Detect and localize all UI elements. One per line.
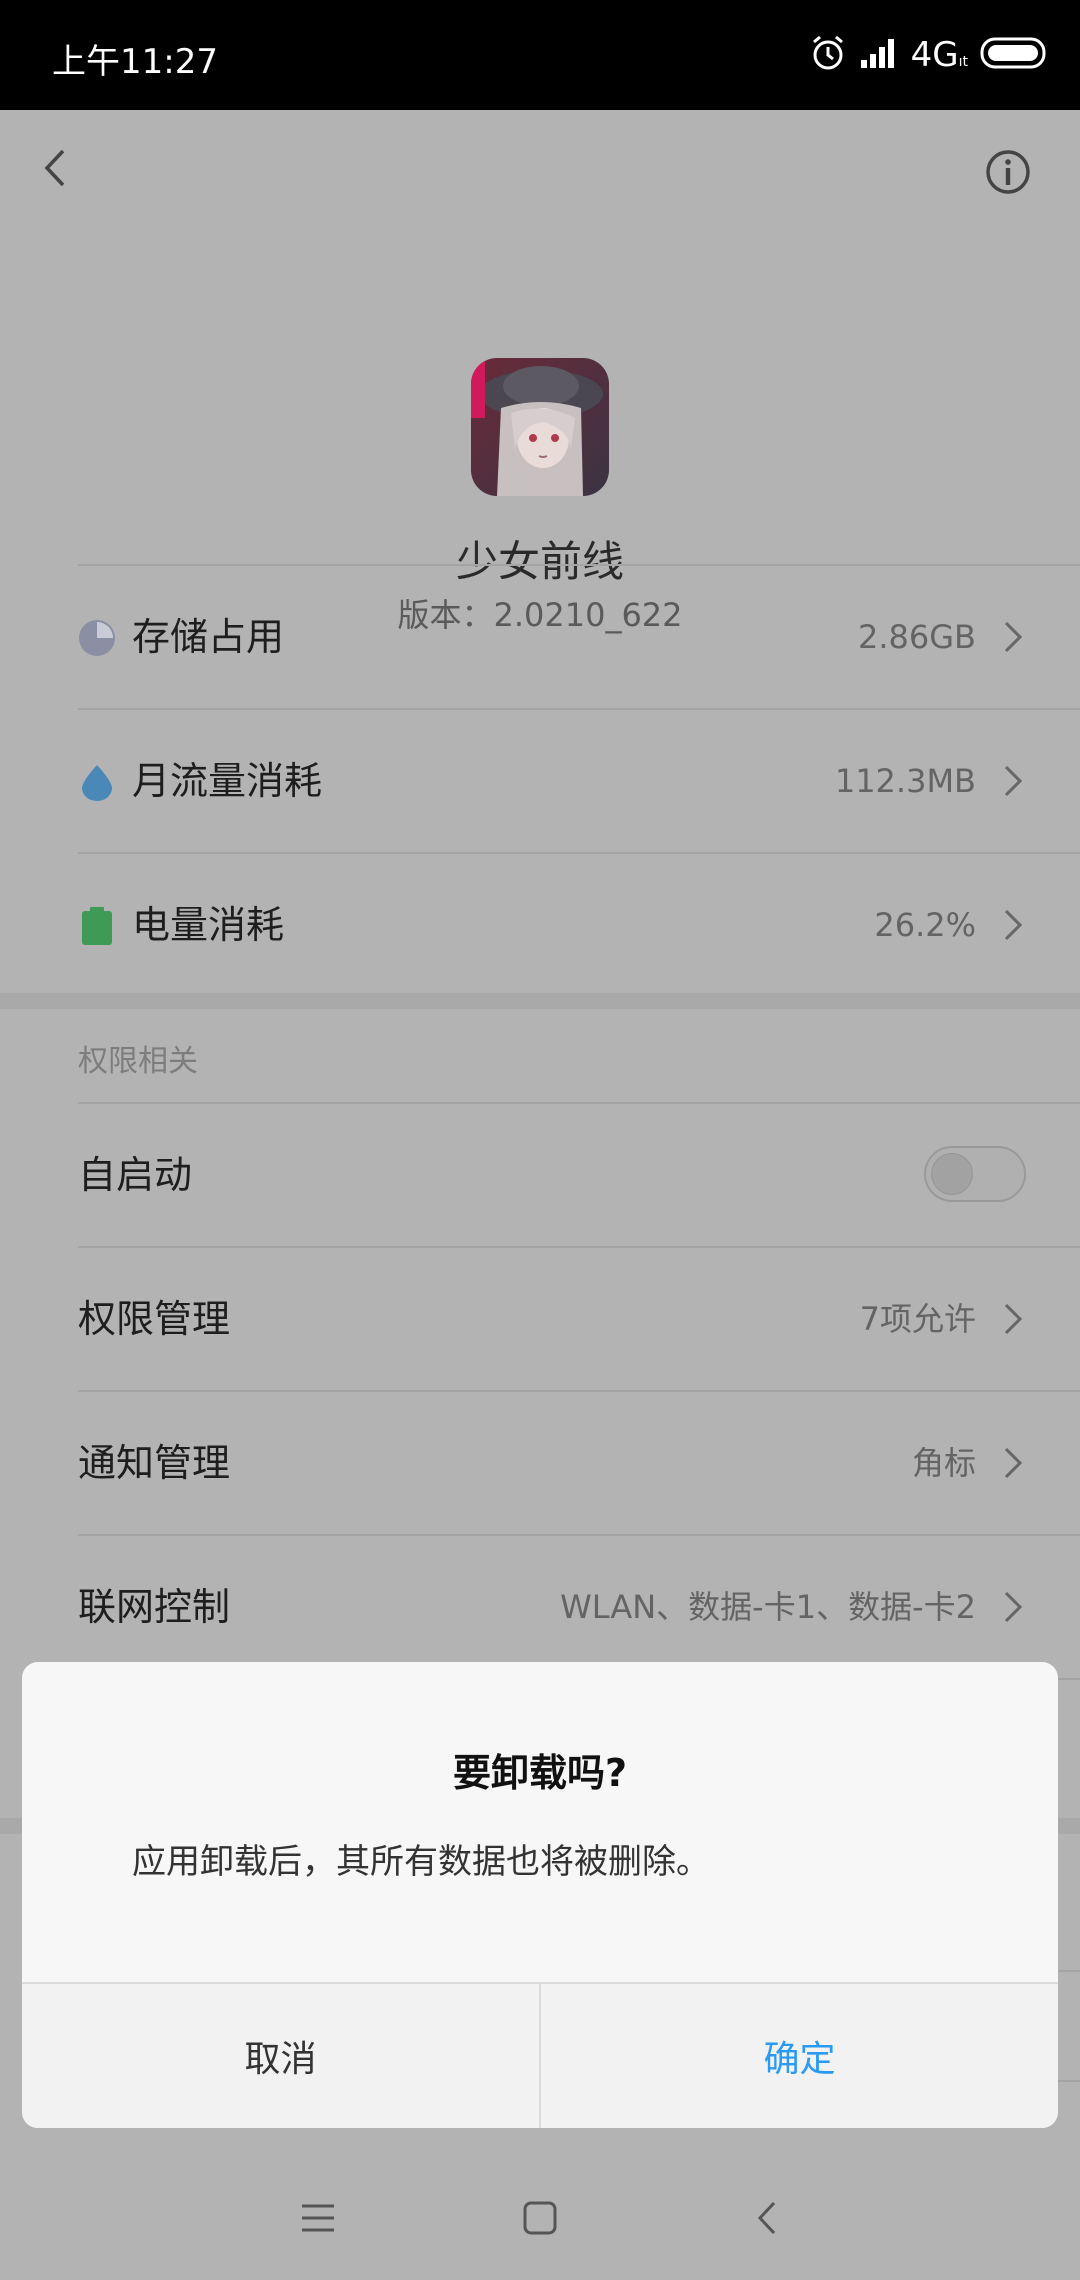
notification-management-label: 通知管理 xyxy=(78,1441,231,1485)
permission-management-row[interactable]: 权限管理 7项允许 xyxy=(0,1248,1080,1390)
info-icon[interactable] xyxy=(973,137,1043,207)
navigation-bar xyxy=(0,2160,1080,2270)
dialog-button-bar: 取消 确定 xyxy=(22,1982,1058,2128)
chevron-right-icon xyxy=(992,905,1032,945)
battery-usage-row[interactable]: 电量消耗 26.2% xyxy=(0,854,1080,996)
section-separator xyxy=(0,993,1080,1009)
autostart-label: 自启动 xyxy=(78,1153,193,1197)
pie-chart-icon xyxy=(78,619,116,657)
battery-usage-label: 电量消耗 xyxy=(132,903,285,947)
data-usage-label: 月流量消耗 xyxy=(132,759,323,803)
dialog-title: 要卸载吗? xyxy=(452,1751,628,1795)
storage-value: 2.86GB xyxy=(858,618,976,656)
back-icon[interactable] xyxy=(728,2178,808,2258)
battery-icon xyxy=(980,36,1050,74)
status-time: 上午11:27 xyxy=(52,42,218,82)
alarm-icon xyxy=(809,34,847,76)
uninstall-dialog: 要卸载吗? 应用卸载后，其所有数据也将被删除。 取消 确定 xyxy=(22,1662,1058,2128)
chevron-right-icon xyxy=(992,1443,1032,1483)
back-arrow-icon[interactable] xyxy=(20,133,90,203)
toggle-knob xyxy=(931,1153,973,1195)
signal-icon xyxy=(859,36,899,74)
autostart-row: 自启动 xyxy=(0,1104,1080,1246)
chevron-right-icon xyxy=(992,1587,1032,1627)
permission-management-value: 7项允许 xyxy=(859,1300,976,1338)
status-bar: 上午11:27 4Gıt xyxy=(0,0,1080,110)
dialog-message: 应用卸载后，其所有数据也将被删除。 xyxy=(132,1842,710,1882)
storage-row[interactable]: 存储占用 2.86GB xyxy=(0,566,1080,708)
battery-icon xyxy=(78,907,116,945)
section-title-permissions: 权限相关 xyxy=(78,1044,198,1079)
app-icon xyxy=(471,358,609,496)
confirm-button[interactable]: 确定 xyxy=(541,1984,1058,2128)
data-usage-row[interactable]: 月流量消耗 112.3MB xyxy=(0,710,1080,852)
status-icons: 4Gıt xyxy=(809,30,1050,80)
permission-management-label: 权限管理 xyxy=(78,1297,231,1341)
autostart-toggle[interactable] xyxy=(924,1146,1026,1202)
network-control-label: 联网控制 xyxy=(78,1585,231,1629)
battery-usage-value: 26.2% xyxy=(874,906,976,944)
chevron-right-icon xyxy=(992,617,1032,657)
home-icon[interactable] xyxy=(500,2178,580,2258)
notification-management-value: 角标 xyxy=(911,1444,976,1482)
chevron-right-icon xyxy=(992,1299,1032,1339)
notification-management-row[interactable]: 通知管理 角标 xyxy=(0,1392,1080,1534)
chevron-right-icon xyxy=(992,761,1032,801)
menu-icon[interactable] xyxy=(278,2178,358,2258)
data-usage-value: 112.3MB xyxy=(834,762,976,800)
network-control-value: WLAN、数据-卡1、数据-卡2 xyxy=(560,1588,976,1626)
cancel-button[interactable]: 取消 xyxy=(22,1984,541,2128)
water-drop-icon xyxy=(78,763,116,801)
network-type: 4Gıt xyxy=(910,35,968,75)
storage-label: 存储占用 xyxy=(132,615,285,659)
network-control-row[interactable]: 联网控制 WLAN、数据-卡1、数据-卡2 xyxy=(0,1536,1080,1678)
